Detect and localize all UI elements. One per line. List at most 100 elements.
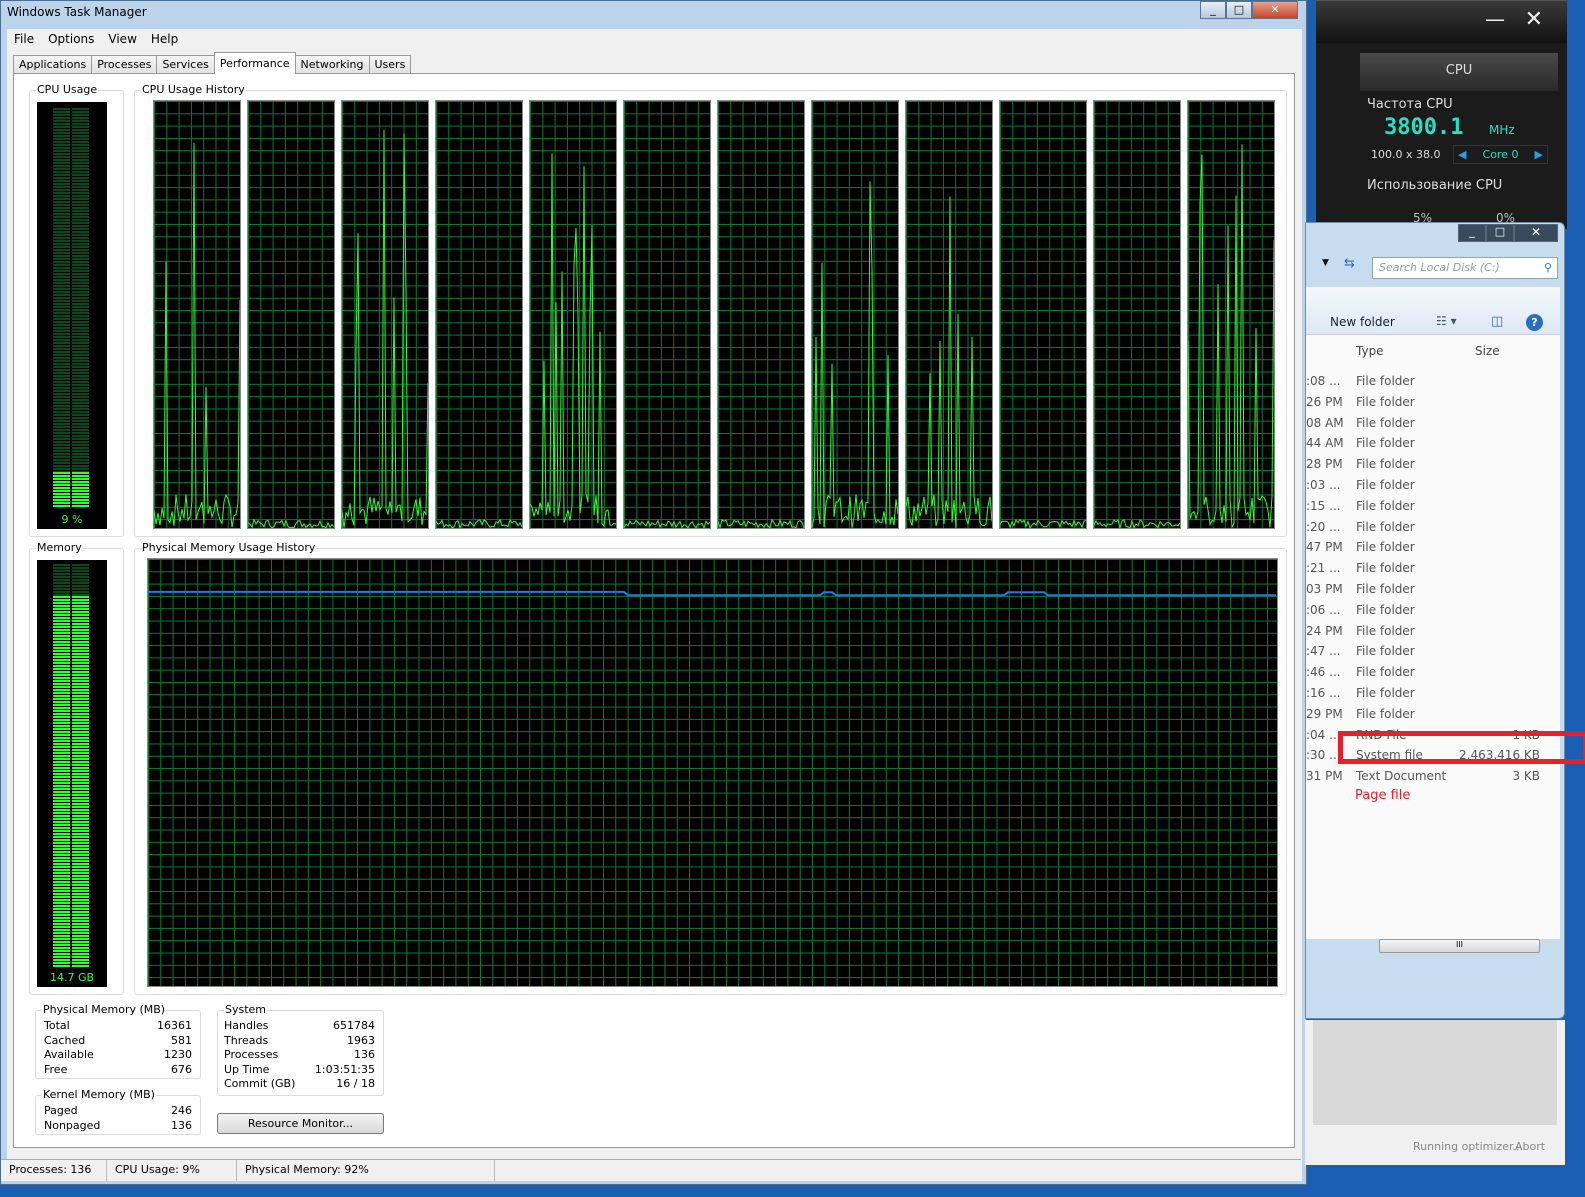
gadget-tab-cpu[interactable]: CPU [1360,53,1558,91]
tab-users[interactable]: Users [368,55,412,74]
system-key: Up Time [224,1062,270,1076]
file-row[interactable]: :20 ... File folder [1306,520,1560,541]
cpu-core-line [718,518,804,528]
cpu-core-graph [435,100,523,529]
system-value: 651784 [333,1019,375,1032]
physical-memory-value: 16361 [157,1019,192,1032]
file-date: :03 ... [1306,478,1341,492]
gadget-minimize-icon[interactable]: — [1485,7,1505,31]
cpu-core-line [154,142,240,528]
cpu-core-graph [905,100,993,529]
view-options-icon[interactable]: ☷ ▾ [1436,314,1457,328]
help-icon[interactable]: ? [1526,314,1543,331]
minimize-button[interactable]: _ [1200,1,1226,19]
cpu-core-graph [623,100,711,529]
memory-meter: 14.7 GB [37,560,107,987]
physical-memory-title: Physical Memory (MB) [42,1003,167,1016]
usage-label: Использование CPU [1367,178,1503,193]
file-row[interactable]: :16 ... File folder [1306,686,1560,707]
status-bar: Processes: 136 CPU Usage: 9% Physical Me… [1,1159,1301,1181]
system-key: Commit (GB) [224,1077,296,1090]
file-type: File folder [1356,706,1415,721]
cpu-core-line [624,519,710,528]
background-window: Running optimizer... Abort [1305,1020,1565,1165]
refresh-icon[interactable]: ⇆ [1344,256,1355,271]
file-row[interactable]: 47 PM File folder [1306,540,1560,561]
physical-memory-key: Cached [44,1033,86,1047]
file-row[interactable]: :47 ... File folder [1306,644,1560,665]
cpu-usage-value: 9 % [61,513,83,526]
menu-bar: File Options View Help [7,29,185,49]
menu-help[interactable]: Help [144,32,185,46]
file-type: Text Document [1356,769,1447,784]
col-size-header[interactable]: Size [1475,344,1500,358]
kernel-memory-group: Kernel Memory (MB) Paged 246 Nonpaged 136 [35,1088,201,1135]
file-row[interactable]: :08 ... File folder [1306,374,1560,395]
file-row[interactable]: 31 PM Text Document 3 KB [1306,769,1560,790]
physical-memory-key: Available [44,1048,94,1061]
physical-memory-group: Physical Memory (MB) Total 16361 Cached 581… [35,1003,201,1079]
memory-history-line [148,590,1276,597]
file-row[interactable]: 28 PM File folder [1306,457,1560,478]
search-input[interactable]: Search Local Disk (C:) ⚲ [1372,257,1558,279]
file-row[interactable]: 08 AM File folder [1306,416,1560,437]
abort-button[interactable]: Abort [1515,1140,1545,1153]
explorer-close-button[interactable]: ✕ [1514,224,1558,242]
tab-performance[interactable]: Performance [213,52,296,74]
tab-networking[interactable]: Networking [294,55,370,74]
new-folder-button[interactable]: New folder [1330,315,1395,329]
file-type: File folder [1356,436,1415,451]
system-key: Threads [224,1033,269,1047]
task-manager-window: Windows Task Manager _ □ ✕ File Options Vi… [0,0,1307,1185]
tab-services[interactable]: Services [156,55,215,74]
tab-applications[interactable]: Applications [13,55,93,74]
system-value: 16 / 18 [336,1077,375,1090]
prev-core-icon[interactable]: ◀ [1458,146,1466,163]
file-row[interactable]: 26 PM File folder [1306,395,1560,416]
explorer-maximize-button[interactable]: □ [1486,224,1514,242]
cpu-core-line [248,517,334,528]
system-value: 1:03:51:35 [314,1062,375,1076]
core-selector[interactable]: ◀ Core 0 ▶ [1453,145,1548,164]
next-core-icon[interactable]: ▶ [1535,146,1543,163]
explorer-minimize-button[interactable]: _ [1458,224,1486,242]
file-row[interactable]: 03 PM File folder [1306,582,1560,603]
system-row: Threads 1963 [224,1034,375,1049]
col-type-header[interactable]: Type [1356,344,1384,358]
tab-processes[interactable]: Processes [91,55,158,74]
menu-file[interactable]: File [7,32,41,46]
menu-view[interactable]: View [101,32,143,46]
memory-history-label: Physical Memory Usage History [141,541,317,554]
status-physical-memory: Physical Memory: 92% [237,1160,495,1181]
file-date: :16 ... [1306,686,1341,700]
physical-memory-row: Free 676 [44,1063,192,1078]
file-row[interactable]: :46 ... File folder [1306,665,1560,686]
file-row[interactable]: :03 ... File folder [1306,478,1560,499]
preview-pane-icon[interactable]: ◫ [1491,314,1503,329]
file-row[interactable]: 44 AM File folder [1306,436,1560,457]
horizontal-scrollbar[interactable]: III [1379,939,1540,953]
cpu-core-line [1188,144,1274,528]
file-size: 3 KB [1512,769,1540,784]
file-type: File folder [1356,540,1415,555]
menu-options[interactable]: Options [41,32,101,46]
gadget-close-icon[interactable]: ✕ [1525,7,1543,32]
file-row[interactable]: 29 PM File folder [1306,707,1560,728]
cpu-core-line [1094,518,1180,528]
cpu-core-graph [999,100,1087,529]
core-label: Core 0 [1482,148,1519,161]
file-type: File folder [1356,665,1415,680]
maximize-button[interactable]: □ [1226,1,1252,19]
file-type: File folder [1356,686,1415,700]
close-button[interactable]: ✕ [1252,1,1298,19]
kernel-memory-value: 136 [171,1118,192,1132]
system-row: Processes 136 [224,1048,375,1063]
file-row[interactable]: :15 ... File folder [1306,499,1560,520]
file-date: :47 ... [1306,644,1341,659]
freq-label: Частота CPU [1367,97,1453,112]
file-row[interactable]: :06 ... File folder [1306,603,1560,624]
address-dropdown-icon[interactable]: ▼ [1322,258,1338,268]
file-row[interactable]: :21 ... File folder [1306,561,1560,582]
resource-monitor-button[interactable]: Resource Monitor... [217,1113,384,1134]
file-row[interactable]: 24 PM File folder [1306,624,1560,645]
